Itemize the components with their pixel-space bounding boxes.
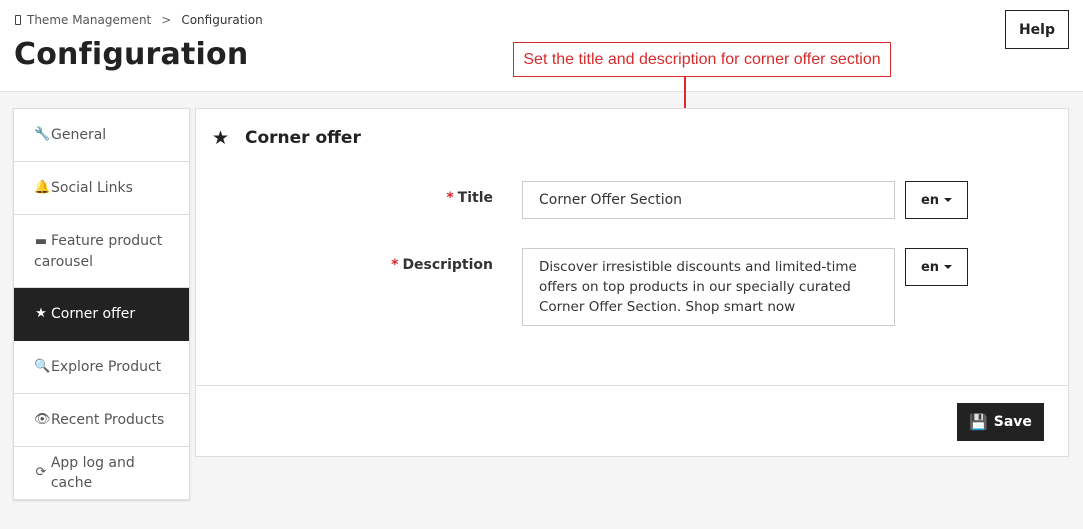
annotation-callout: Set the title and description for corner… xyxy=(513,42,891,77)
description-language-dropdown[interactable]: en xyxy=(905,248,968,286)
sidebar-item-corner-offer[interactable]: ★ Corner offer xyxy=(14,288,189,341)
star-icon: ★ xyxy=(35,306,47,321)
sidebar-item-label: Recent Products xyxy=(51,412,165,428)
sidebar-item-label: Explore Product xyxy=(51,359,162,375)
mobile-icon xyxy=(15,15,21,25)
description-textarea[interactable]: Discover irresistible discounts and limi… xyxy=(522,248,895,326)
title-label: * Title xyxy=(343,190,493,206)
search-icon: 🔍 xyxy=(34,359,51,374)
sidebar-item-feature-product-carousel[interactable]: ▬ Feature product carousel xyxy=(14,215,189,288)
sidebar-item-app-log-and-cache[interactable]: ⟳ App log and cache xyxy=(14,447,189,499)
corner-offer-panel: ★ Corner offer *Title en *Description Di… xyxy=(195,108,1069,457)
sidebar-item-general[interactable]: 🔧 General xyxy=(14,109,189,162)
bell-icon: 🔔 xyxy=(34,180,51,195)
eye-icon: 👁 xyxy=(34,412,51,427)
language-code: en xyxy=(920,259,940,275)
language-code: en xyxy=(920,192,940,208)
sidebar-item-label: App log and cache xyxy=(50,455,135,491)
star-icon: ★ xyxy=(212,127,230,149)
sidebar-item-label: Social Links xyxy=(51,180,133,196)
caret-down-icon xyxy=(944,265,953,269)
description-label: * Description xyxy=(343,257,493,273)
sidebar-item-social-links[interactable]: 🔔 Social Links xyxy=(14,162,189,215)
sidebar-item-label: Feature product carousel xyxy=(34,232,163,270)
floppy-disk-icon: 💾 xyxy=(969,413,988,431)
title-label-text: Title xyxy=(457,190,493,206)
required-mark: * xyxy=(446,190,454,206)
save-button[interactable]: 💾 Save xyxy=(957,403,1044,441)
sidebar-item-label-wrap: ▬ Feature product carousel xyxy=(34,231,179,272)
sidebar-item-label: General xyxy=(51,127,107,143)
caret-down-icon xyxy=(944,198,953,202)
save-label: Save xyxy=(993,414,1032,430)
archive-icon: ▬ xyxy=(34,233,48,249)
breadcrumb: Theme Management > Configuration xyxy=(15,13,263,27)
breadcrumb-current: Configuration xyxy=(181,13,263,27)
wrench-icon: 🔧 xyxy=(34,127,51,142)
description-label-text: Description xyxy=(402,257,493,273)
page-title: Configuration xyxy=(14,37,249,72)
refresh-icon: ⟳ xyxy=(35,465,47,480)
title-language-dropdown[interactable]: en xyxy=(905,181,968,219)
required-mark: * xyxy=(391,257,399,273)
sidebar-item-recent-products[interactable]: 👁 Recent Products xyxy=(14,394,189,447)
breadcrumb-parent-link[interactable]: Theme Management xyxy=(27,13,151,27)
panel-footer: 💾 Save xyxy=(196,385,1068,456)
panel-title: Corner offer xyxy=(245,128,361,148)
title-input[interactable] xyxy=(522,181,895,219)
config-sidebar: 🔧 General 🔔 Social Links ▬ Feature produc… xyxy=(13,108,190,500)
help-button[interactable]: Help xyxy=(1005,10,1069,49)
sidebar-item-label: Corner offer xyxy=(51,306,136,322)
breadcrumb-separator: > xyxy=(161,13,172,27)
sidebar-item-explore-product[interactable]: 🔍 Explore Product xyxy=(14,341,189,394)
